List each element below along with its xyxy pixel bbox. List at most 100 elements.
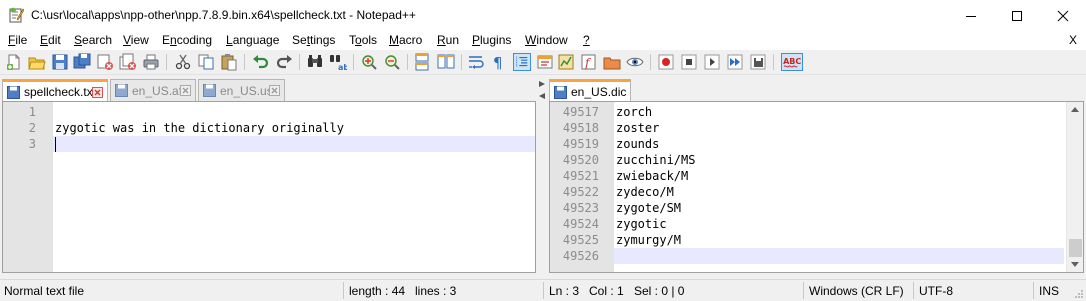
new-file-icon[interactable]: [5, 53, 23, 71]
menu-tools[interactable]: Tools: [349, 33, 377, 47]
move-right-arrow-icon[interactable]: [538, 80, 546, 88]
redo-icon[interactable]: [275, 53, 293, 71]
menu-view[interactable]: View: [123, 33, 149, 47]
editor-line[interactable]: zwieback/M: [616, 168, 688, 184]
sync-horizontal-scrolling-icon[interactable]: [437, 53, 455, 71]
menu-view-mnemonic: V: [123, 33, 131, 47]
folder-as-workspace-icon[interactable]: [603, 53, 621, 71]
editor-line[interactable]: zoster: [616, 120, 659, 136]
play-macro-icon[interactable]: [703, 53, 721, 71]
document-map-icon[interactable]: [557, 53, 575, 71]
status-insert-mode[interactable]: INS: [1039, 284, 1059, 298]
paste-icon[interactable]: [220, 53, 238, 71]
zoom-in-icon[interactable]: [360, 53, 378, 71]
move-left-arrow-icon[interactable]: [538, 92, 546, 100]
editor-line[interactable]: zydeco/M: [616, 184, 674, 200]
editor-line[interactable]: zygotic: [616, 216, 667, 232]
close-tab-icon[interactable]: [92, 87, 103, 98]
save-macro-icon[interactable]: [749, 53, 767, 71]
zoom-out-icon[interactable]: [383, 53, 401, 71]
word-wrap-icon[interactable]: [467, 53, 485, 71]
menu-language[interactable]: Language: [226, 33, 279, 47]
scroll-up-arrow-icon[interactable]: [1071, 106, 1079, 112]
toolbar-separator: [650, 54, 651, 70]
saved-file-icon: [115, 84, 128, 97]
tab-spellcheck-txt[interactable]: spellcheck.txt: [2, 79, 108, 102]
menu-run-mnemonic: R: [437, 33, 446, 47]
menu-window-rest: indow: [536, 33, 568, 47]
spellcheck-abc-icon[interactable]: ABC: [781, 53, 803, 71]
run-macro-multiple-times-icon[interactable]: [726, 53, 744, 71]
window-title: C:\usr\local\apps\npp-other\npp.7.8.9.bi…: [31, 8, 416, 22]
menu-search-rest: earch: [82, 33, 113, 47]
editor-line[interactable]: zymurgy/M: [616, 232, 681, 248]
minimize-button[interactable]: [948, 0, 994, 31]
sync-vertical-scrolling-icon[interactable]: [414, 53, 432, 71]
tab-en-us-aff[interactable]: en_US.aff: [110, 79, 196, 101]
menu-encoding[interactable]: Encoding: [162, 33, 212, 47]
record-macro-icon[interactable]: [657, 53, 675, 71]
menu-encoding-mnemonic: n: [170, 33, 177, 47]
tab-en-us-dic[interactable]: en_US.dic: [549, 79, 631, 102]
close-document-button[interactable]: X: [1069, 33, 1077, 47]
close-all-icon[interactable]: [119, 53, 137, 71]
status-column-position: Col : 1: [589, 284, 624, 298]
open-file-icon[interactable]: [28, 53, 46, 71]
pane-splitter[interactable]: [537, 75, 547, 275]
copy-icon[interactable]: [197, 53, 215, 71]
editor-line[interactable]: zounds: [616, 136, 659, 152]
close-tab-icon[interactable]: [180, 85, 191, 96]
menu-tools-mnemonic: o: [355, 33, 362, 47]
stop-macro-icon[interactable]: [680, 53, 698, 71]
menu-window[interactable]: Window: [525, 33, 568, 47]
show-all-characters-icon[interactable]: ¶: [490, 53, 508, 71]
status-separator: [803, 282, 804, 299]
line-number: 49524: [562, 217, 599, 231]
tab-en-us-usr[interactable]: en_US.usr: [198, 79, 285, 101]
status-line-position: Ln : 3: [549, 284, 580, 298]
maximize-button[interactable]: [994, 0, 1040, 31]
menu-macro[interactable]: Macro: [389, 33, 422, 47]
toolbar-separator: [407, 54, 408, 70]
save-icon[interactable]: [51, 53, 69, 71]
replace-icon[interactable]: ab: [329, 53, 347, 71]
saved-file-icon: [203, 84, 216, 97]
line-number: 49523: [562, 201, 599, 215]
undo-icon[interactable]: [252, 53, 270, 71]
left-editor[interactable]: 1 2 3 zygotic was in the dictionary orig…: [2, 101, 536, 273]
vertical-scrollbar[interactable]: [1066, 102, 1083, 272]
scroll-down-arrow-icon[interactable]: [1071, 262, 1079, 268]
menu-search[interactable]: Search: [74, 33, 112, 47]
menu-settings[interactable]: Settings: [292, 33, 335, 47]
find-icon[interactable]: [306, 53, 324, 71]
line-number: 2: [28, 121, 36, 135]
save-all-icon[interactable]: [73, 53, 91, 71]
menu-plugins[interactable]: Plugins: [472, 33, 511, 47]
close-window-button[interactable]: [1040, 0, 1086, 31]
toolbar-separator: [166, 54, 167, 70]
status-eol-format[interactable]: Windows (CR LF): [809, 284, 904, 298]
close-file-icon[interactable]: [96, 53, 114, 71]
menu-help[interactable]: ?: [583, 33, 590, 47]
indent-guide-icon[interactable]: [513, 53, 531, 71]
cut-icon[interactable]: [174, 53, 192, 71]
print-icon[interactable]: [142, 53, 160, 71]
right-editor[interactable]: 49517 49518 49519 49520 49521 49522 4952…: [549, 101, 1084, 273]
editor-line[interactable]: zorch: [616, 104, 652, 120]
menu-run[interactable]: Run: [437, 33, 459, 47]
monitoring-eye-icon[interactable]: [626, 53, 644, 71]
close-tab-icon[interactable]: [269, 85, 280, 96]
editor-line[interactable]: zygotic was in the dictionary originally: [55, 120, 344, 136]
editor-line[interactable]: zygote/SM: [616, 200, 681, 216]
menu-file[interactable]: File: [8, 33, 27, 47]
menu-window-mnemonic: W: [525, 33, 537, 47]
user-defined-language-icon[interactable]: [536, 53, 554, 71]
menu-edit[interactable]: Edit: [40, 33, 61, 47]
resize-grip-icon[interactable]: [1074, 289, 1084, 299]
scrollbar-thumb[interactable]: [1069, 238, 1082, 257]
menu-edit-rest: dit: [48, 33, 61, 47]
status-encoding[interactable]: UTF-8: [919, 284, 953, 298]
editor-line[interactable]: zucchini/MS: [616, 152, 695, 168]
function-list-icon[interactable]: f: [580, 53, 598, 71]
svg-text:ab: ab: [338, 63, 347, 71]
